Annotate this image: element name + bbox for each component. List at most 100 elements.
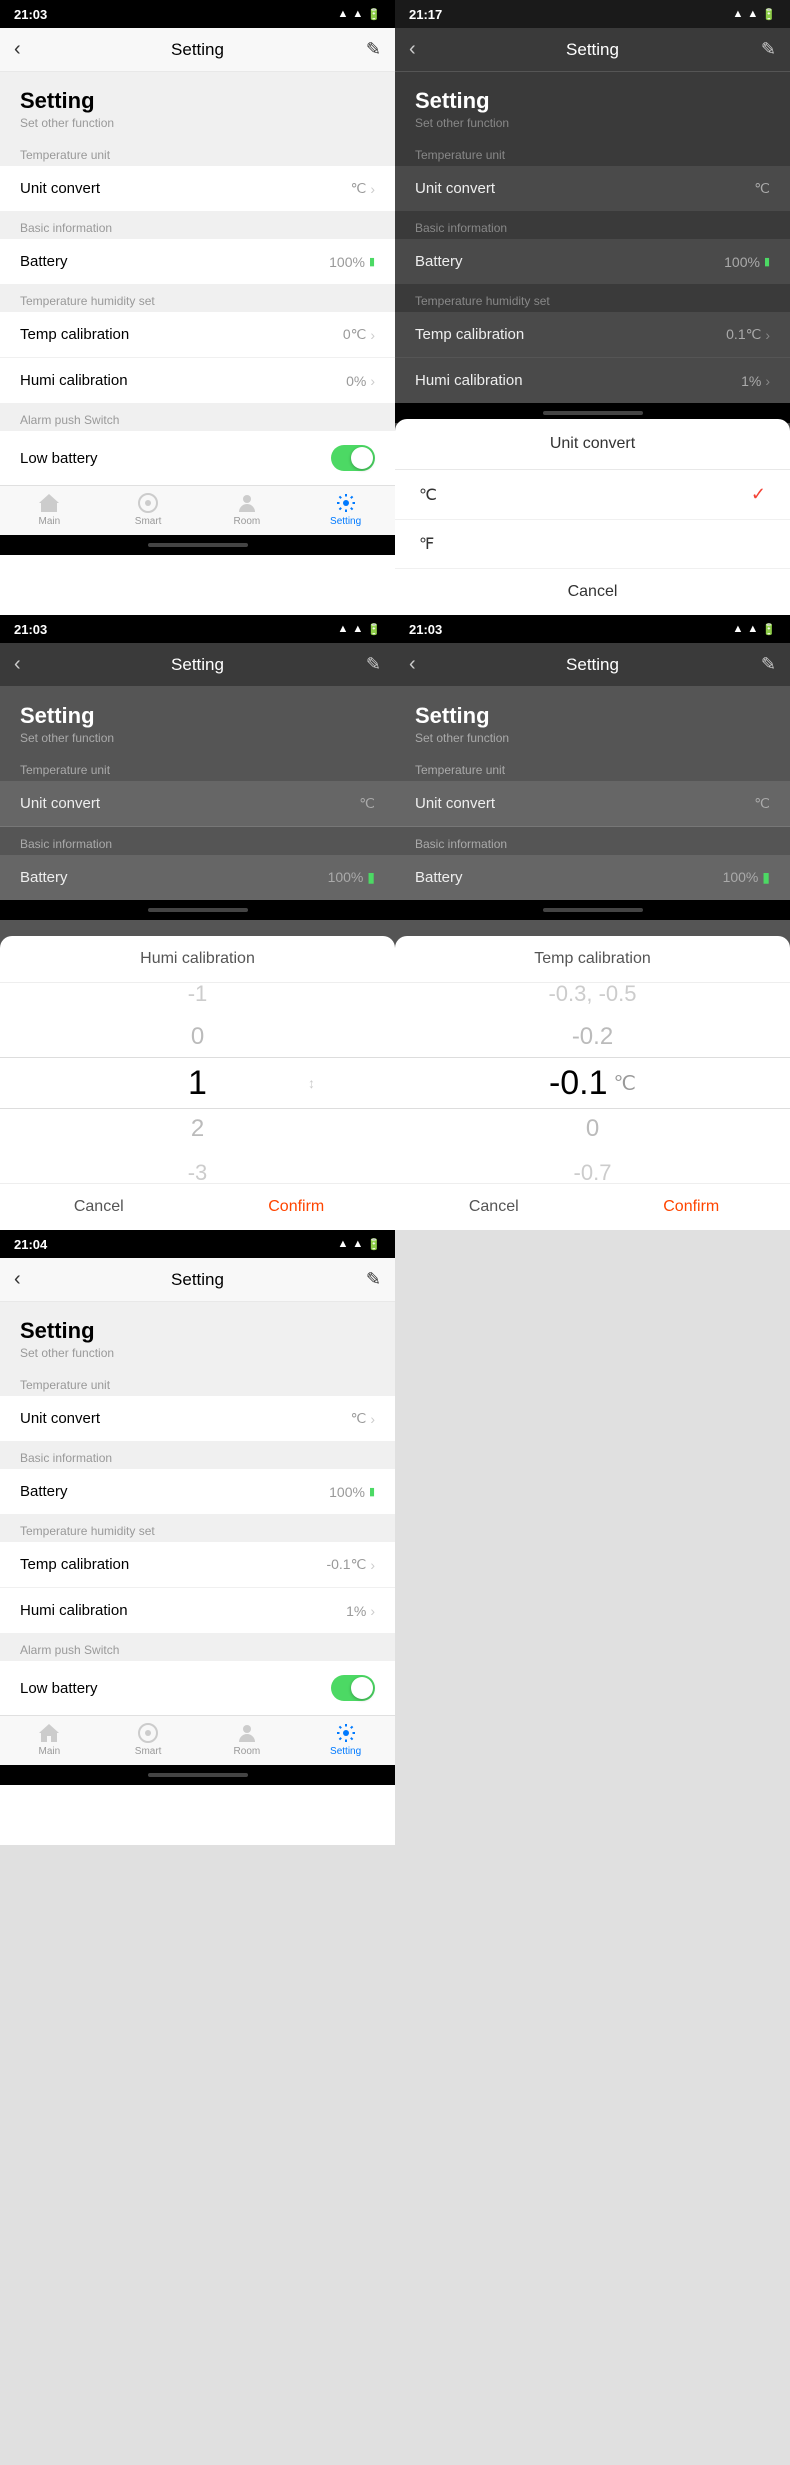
page-main-title-5: Setting (20, 1318, 375, 1344)
signal-icon-5: ▲ (352, 1238, 363, 1250)
tab-room-1[interactable]: Room (198, 492, 297, 527)
section-label-temp-unit-4: Temperature unit (395, 753, 790, 781)
section-card-temp-unit-1: Unit convert ℃ › (0, 166, 395, 211)
low-battery-toggle-1[interactable] (331, 445, 375, 471)
temp-picker-scroll[interactable]: -0.3, -0.5 -0.2 -0.1 ℃ 0 -0.7 (395, 983, 790, 1183)
tab-main-5[interactable]: Main (0, 1722, 99, 1757)
battery-value-4: 100% ▮ (723, 869, 770, 886)
status-icons-4: ▲ ▲ 🔋 (733, 623, 776, 636)
list-item-temp-cal-1[interactable]: Temp calibration 0℃ › (0, 312, 395, 358)
battery-value-3: 100% ▮ (328, 869, 375, 886)
edit-button-4[interactable]: ✎ (761, 654, 776, 675)
picker-scroll-hint: ↕ (308, 1075, 315, 1091)
humi-cancel-button[interactable]: Cancel (0, 1184, 198, 1230)
temp-cal-value-1: 0℃ › (343, 326, 375, 343)
nav-bar-1: ‹ Setting ✎ (0, 28, 395, 72)
list-item-humi-cal-2[interactable]: Humi calibration 1% › (395, 358, 790, 403)
status-icons-3: ▲ ▲ 🔋 (338, 623, 381, 636)
page-main-title-1: Setting (20, 88, 375, 114)
list-item-humi-cal-1[interactable]: Humi calibration 0% › (0, 358, 395, 403)
edit-button-5[interactable]: ✎ (366, 1269, 381, 1290)
list-item-temp-cal-5[interactable]: Temp calibration -0.1℃ › (0, 1542, 395, 1588)
list-item-unit-convert-1[interactable]: Unit convert ℃ › (0, 166, 395, 211)
back-button-4[interactable]: ‹ (409, 653, 416, 676)
tab-label-main-5: Main (39, 1746, 61, 1757)
tab-label-main-1: Main (39, 516, 61, 527)
edit-button-2[interactable]: ✎ (761, 39, 776, 60)
section-label-temp-unit-1: Temperature unit (0, 138, 395, 166)
list-item-unit-convert-2[interactable]: Unit convert ℃ (395, 166, 790, 211)
unit-convert-label-5: Unit convert (20, 1410, 100, 1427)
battery-value-2: 100% ▮ (724, 254, 770, 270)
humi-picker-scroll[interactable]: -1 0 1 2 -3 ↕ (0, 983, 395, 1183)
battery-icon-5: ▮ (369, 1485, 375, 1498)
screen-top-right: 21:17 ▲ ▲ 🔋 ‹ Setting ✎ Setting Set othe… (395, 0, 790, 615)
tab-setting-1[interactable]: Setting (296, 492, 395, 527)
modal-cancel-2[interactable]: Cancel (395, 569, 790, 615)
page-header-1: Setting Set other function (0, 72, 395, 138)
section-card-basic-4: Battery 100% ▮ (395, 855, 790, 900)
section-card-humidity-1: Temp calibration 0℃ › Humi calibration 0… (0, 312, 395, 403)
tab-setting-5[interactable]: Setting (296, 1722, 395, 1757)
back-button-3[interactable]: ‹ (14, 653, 21, 676)
humi-item-minus1: -1 (188, 983, 208, 1015)
section-card-humidity-2: Temp calibration 0.1℃ › Humi calibration… (395, 312, 790, 403)
list-item-humi-cal-5[interactable]: Humi calibration 1% › (0, 1588, 395, 1633)
tab-smart-1[interactable]: Smart (99, 492, 198, 527)
humi-confirm-button[interactable]: Confirm (198, 1184, 396, 1230)
page-subtitle-3: Set other function (20, 731, 375, 745)
nav-title-3: Setting (171, 655, 224, 675)
temp-cancel-button[interactable]: Cancel (395, 1184, 593, 1230)
time-4: 21:03 (409, 622, 442, 637)
unit-convert-val-3: ℃ (359, 795, 375, 811)
tab-smart-5[interactable]: Smart (99, 1722, 198, 1757)
nav-bar-3: ‹ Setting ✎ (0, 643, 395, 687)
section-label-humidity-2: Temperature humidity set (395, 284, 790, 312)
page-content-1: Setting Set other function Temperature u… (0, 72, 395, 485)
list-item-low-battery-1: Low battery (0, 431, 395, 485)
section-card-temp-unit-4: Unit convert ℃ (395, 781, 790, 827)
back-button-2[interactable]: ‹ (409, 38, 416, 61)
status-bar-5: 21:04 ▲ ▲ 🔋 (0, 1230, 395, 1258)
low-battery-toggle-5[interactable] (331, 1675, 375, 1701)
humi-cal-chevron-2: › (765, 373, 770, 389)
home-bar-5 (148, 1773, 248, 1777)
tab-main-1[interactable]: Main (0, 492, 99, 527)
list-item-low-battery-5: Low battery (0, 1661, 395, 1715)
nav-bar-4: ‹ Setting ✎ (395, 643, 790, 687)
back-button-1[interactable]: ‹ (14, 38, 21, 61)
temp-item-minus02: -0.2 (572, 1015, 613, 1059)
list-item-unit-convert-5[interactable]: Unit convert ℃ › (0, 1396, 395, 1441)
section-card-temp-unit-3: Unit convert ℃ (0, 781, 395, 827)
unit-convert-label-2: Unit convert (415, 180, 495, 197)
signal-icon-2: ▲ (747, 8, 758, 20)
temp-confirm-button[interactable]: Confirm (593, 1184, 790, 1230)
list-item-unit-convert-4[interactable]: Unit convert ℃ (395, 781, 790, 827)
temp-cal-label-2: Temp calibration (415, 326, 524, 343)
home-indicator-3 (0, 900, 395, 920)
battery-icon-1: ▮ (369, 255, 375, 268)
battery-label-4: Battery (415, 869, 463, 886)
nav-bar-2: ‹ Setting ✎ (395, 28, 790, 72)
back-button-5[interactable]: ‹ (14, 1268, 21, 1291)
tab-room-5[interactable]: Room (198, 1722, 297, 1757)
fahrenheit-option: ℉ (419, 534, 434, 554)
temp-cal-chevron-1: › (370, 327, 375, 343)
edit-button-3[interactable]: ✎ (366, 654, 381, 675)
list-item-temp-cal-2[interactable]: Temp calibration 0.1℃ › (395, 312, 790, 358)
section-label-alarm-1: Alarm push Switch (0, 403, 395, 431)
temp-picker-sheet: Temp calibration -0.3, -0.5 -0.2 -0.1 ℃ … (395, 936, 790, 1230)
status-bar-3: 21:03 ▲ ▲ 🔋 (0, 615, 395, 643)
edit-button-1[interactable]: ✎ (366, 39, 381, 60)
list-item-battery-2: Battery 100% ▮ (395, 239, 790, 284)
time-3: 21:03 (14, 622, 47, 637)
home-indicator-5 (0, 1765, 395, 1785)
modal-fahrenheit[interactable]: ℉ (395, 520, 790, 569)
row-top: 21:03 ▲ ▲ 🔋 ‹ Setting ✎ Setting Set othe… (0, 0, 790, 615)
tab-label-room-1: Room (234, 516, 261, 527)
list-item-unit-convert-3[interactable]: Unit convert ℃ (0, 781, 395, 827)
temp-cal-chevron-5: › (370, 1557, 375, 1573)
humi-picker-actions: Cancel Confirm (0, 1183, 395, 1230)
low-battery-label-5: Low battery (20, 1680, 98, 1697)
modal-celsius[interactable]: ℃ ✓ (395, 470, 790, 520)
